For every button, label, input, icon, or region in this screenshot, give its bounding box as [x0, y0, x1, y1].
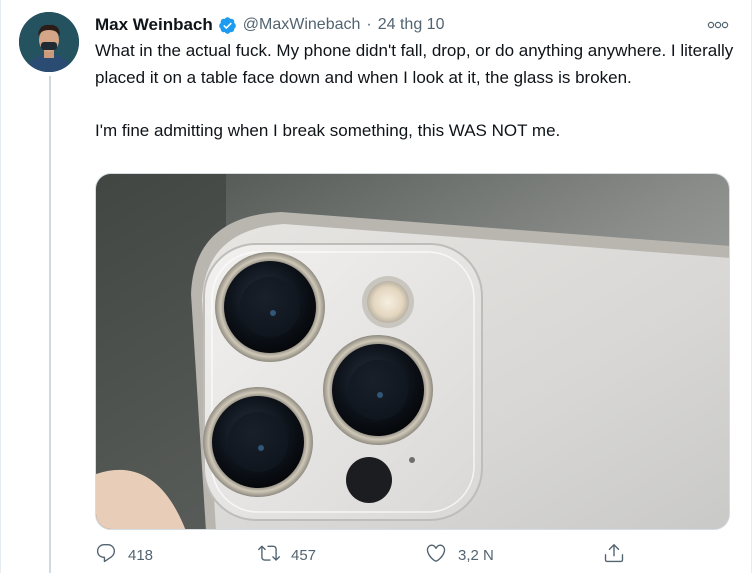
retweet-icon [258, 542, 280, 569]
retweet-button[interactable]: 457 [258, 543, 316, 567]
heart-icon [425, 542, 447, 569]
verified-badge-icon [218, 16, 237, 35]
separator-dot: · [366, 16, 372, 33]
action-bar: 418 457 3,2 N [95, 543, 635, 567]
tweet-paragraph-1: What in the actual fuck. My phone didn't… [95, 41, 734, 87]
reply-button[interactable]: 418 [95, 543, 153, 567]
like-count: 3,2 N [458, 546, 494, 564]
tweet-paragraph-2: I'm fine admitting when I break somethin… [95, 120, 561, 140]
retweet-count: 457 [291, 546, 317, 564]
avatar[interactable] [19, 12, 79, 72]
tweet-text: What in the actual fuck. My phone didn't… [95, 38, 735, 144]
reply-count: 418 [128, 546, 154, 564]
tweet-header: Max Weinbach @MaxWinebach · 24 thg 10 [95, 14, 444, 36]
left-border [0, 0, 1, 573]
author-name[interactable]: Max Weinbach [95, 15, 213, 35]
share-icon [603, 542, 625, 569]
like-button[interactable]: 3,2 N [425, 543, 494, 567]
more-options-icon[interactable] [706, 16, 730, 34]
reply-icon [95, 542, 117, 569]
author-handle[interactable]: @MaxWinebach [243, 16, 361, 34]
thread-line [49, 76, 51, 573]
share-button[interactable] [603, 543, 625, 567]
tweet-date[interactable]: 24 thg 10 [378, 16, 445, 34]
tweet-photo[interactable] [95, 173, 730, 530]
